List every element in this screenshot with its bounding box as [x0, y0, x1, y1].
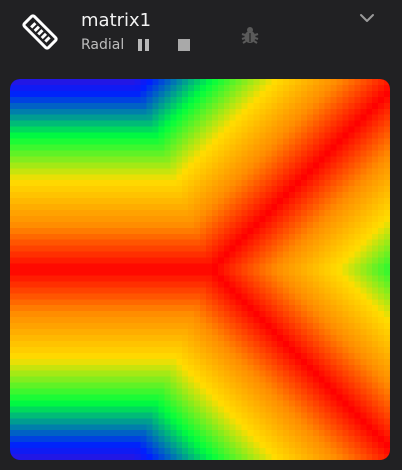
device-header: matrix1 Radial	[0, 0, 402, 78]
led-strip-icon	[20, 12, 60, 52]
bug-icon[interactable]	[239, 25, 261, 45]
device-name: matrix1	[81, 10, 152, 31]
chevron-down-icon[interactable]	[357, 9, 377, 27]
matrix-canvas	[10, 79, 390, 460]
stop-icon[interactable]	[178, 39, 190, 51]
led-matrix-preview	[10, 79, 390, 460]
pattern-name: Radial	[81, 37, 125, 53]
pause-icon[interactable]	[136, 37, 150, 53]
